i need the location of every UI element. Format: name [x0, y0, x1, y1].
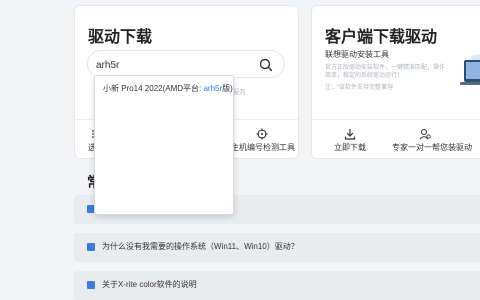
crosshair-icon: [256, 128, 268, 140]
download-icon: [344, 129, 356, 140]
driver-search-input[interactable]: [96, 57, 256, 73]
faq-item-text: 为什么没有我需要的操作系统（Win11、Win10）驱动？: [102, 242, 299, 251]
host-id-detect-tool-button[interactable]: 主机编号检测工具: [231, 120, 295, 159]
question-icon: [87, 281, 95, 289]
host-id-detect-tool-label: 主机编号检测工具: [231, 143, 295, 152]
client-note: 注：“该软件支持完整兼容: [325, 85, 393, 91]
expert-service-label: 专家一对一帮您装驱动: [392, 143, 472, 152]
search-suggestion-dropdown: 小新 Pro14 2022(AMD平台: arh5r版): [94, 75, 234, 215]
suggestion-prefix: 小新 Pro14 2022(AMD平台:: [103, 84, 204, 93]
question-icon: [87, 243, 95, 251]
suggestion-suffix: 版): [222, 84, 233, 93]
download-now-label: 立即下载: [334, 143, 366, 152]
client-tool-row: 立即下载 专家一对一帮您装驱动: [312, 119, 480, 159]
search-hint-text: 服务: [232, 89, 246, 96]
client-download-card: 客户端下载驱动 联想驱动安装工具 官方正版驱动安装软件，一键精准匹配，操作简单，…: [311, 5, 480, 159]
download-now-button[interactable]: 立即下载: [332, 120, 368, 159]
driver-search-box[interactable]: [87, 50, 285, 78]
client-description: 官方正版驱动安装软件，一键精准匹配，操作简单，稳定的系统驱动运行！: [325, 65, 446, 79]
suggestion-item[interactable]: 小新 Pro14 2022(AMD平台: arh5r版): [103, 83, 233, 94]
expert-icon: [419, 128, 431, 140]
faq-item[interactable]: 为什么没有我需要的操作系统（Win11、Win10）驱动？: [74, 233, 480, 262]
expert-service-button[interactable]: 专家一对一帮您装驱动: [392, 120, 472, 159]
client-subtitle: 联想驱动安装工具: [325, 50, 389, 59]
faq-item-text: 关于X-rite color软件的说明: [102, 280, 197, 289]
driver-download-title: 驱动下载: [88, 29, 153, 46]
suggestion-highlight: arh5r: [203, 84, 223, 93]
search-icon[interactable]: [258, 57, 274, 73]
laptop-illustration: [460, 54, 480, 85]
faq-item[interactable]: 关于X-rite color软件的说明: [74, 271, 480, 300]
client-download-title: 客户端下载驱动: [325, 29, 438, 46]
